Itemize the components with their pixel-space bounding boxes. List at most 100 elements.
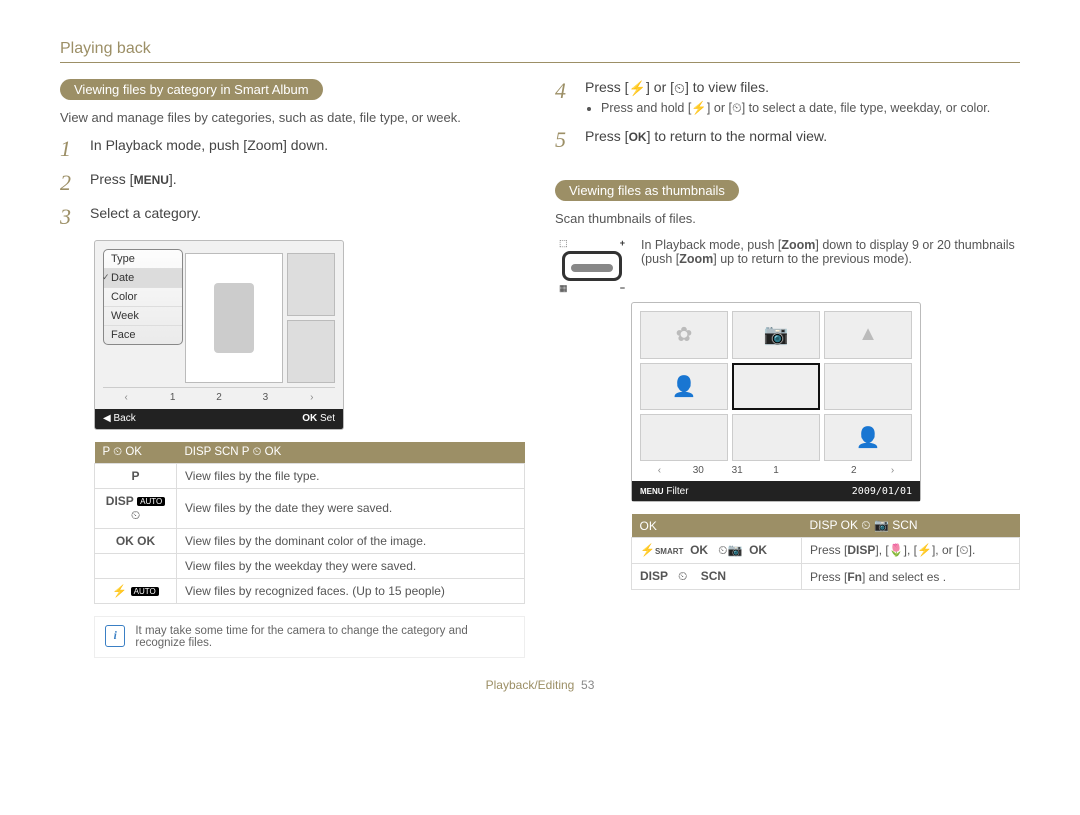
glyph-ok: OK OK <box>116 534 155 548</box>
s5-post: ] to return to the normal view. <box>647 128 828 144</box>
zt-b: Zoom <box>781 238 815 252</box>
zoom-text: In Playback mode, push [Zoom] down to di… <box>641 238 1020 294</box>
tpager-left-arrow-icon: ‹ <box>640 465 679 476</box>
tt-desc-1: Press [DISP], [🌷], [⚡], or [⏲]. <box>802 538 1020 564</box>
thumb-cell <box>640 414 728 461</box>
s4-mid: ] or [ <box>646 79 674 95</box>
chapter-heading: Playing back <box>60 40 1020 63</box>
glyph-disp: DISP <box>106 494 134 508</box>
tpager-right-arrow-icon: › <box>873 465 912 476</box>
timer-icon: ⏲ <box>678 569 687 583</box>
table-row: P View files by the file type. <box>95 463 525 488</box>
note-icon: i <box>105 625 125 647</box>
tt1-m3: ], or [ <box>932 543 959 557</box>
tt-th-left: OK <box>632 514 802 538</box>
step-1: In Playback mode, push [Zoom] down. <box>90 137 525 153</box>
menu-token: MENU <box>134 173 169 187</box>
step-5: Press [OK] to return to the normal view. <box>585 128 1020 144</box>
tfooter-menu-token: MENU <box>640 487 664 496</box>
tpager-2: 2 <box>834 465 873 476</box>
zt-e: ] up to return to the previous mode). <box>713 252 912 266</box>
tpager-30: 30 <box>679 465 718 476</box>
scn-token: SCN <box>701 569 726 583</box>
note-box: i It may take some time for the camera t… <box>94 616 525 658</box>
tt2-post: ] and select es . <box>862 570 946 584</box>
cat-th-left: P ⏲ OK <box>95 442 177 464</box>
cat-face: Face <box>104 326 182 344</box>
silhouette-icon <box>214 283 254 353</box>
pager-left-arrow-icon: ‹ <box>103 392 149 403</box>
disp-token: DISP <box>640 569 668 583</box>
footer-ok-token: OK <box>302 413 317 424</box>
tt1-pre: Press [ <box>810 543 847 557</box>
tt2-pre: Press [ <box>810 570 847 584</box>
cat-date: Date <box>104 269 182 288</box>
thumb-footer: MENU Filter 2009/01/01 <box>632 481 920 501</box>
zoom-lever-icon: ⬚ + ▦ − <box>555 238 629 294</box>
pager-2: 2 <box>196 392 242 403</box>
tfooter-filter: Filter <box>666 486 688 497</box>
thumbnail-table: OK DISP OK ⏲ 📷 SCN ⚡SMART OK ⏲📷 OK Press… <box>631 514 1020 590</box>
ok-token: OK <box>629 130 647 144</box>
pager-3: 3 <box>242 392 288 403</box>
intro-thumbnails: Scan thumbnails of files. <box>555 211 1020 226</box>
side-thumbs <box>287 253 335 383</box>
desc-date: View files by the date they were saved. <box>177 488 525 528</box>
step-number-5: 5 <box>555 128 577 152</box>
zoom-plus-icon: + <box>620 238 625 249</box>
step-3: Select a category. <box>90 205 525 221</box>
disp-token: DISP <box>847 543 875 557</box>
tpager-31: 31 <box>718 465 757 476</box>
big-thumb <box>185 253 283 383</box>
timer-icon: ⏲ <box>131 508 140 522</box>
thumb-cell: ✿ <box>640 311 728 358</box>
footer-back: Back <box>113 413 135 424</box>
footer-set: Set <box>320 413 335 424</box>
tt1-m1: ], [ <box>875 543 888 557</box>
thumb-cell: ▲ <box>824 311 912 358</box>
note-text: It may take some time for the camera to … <box>135 625 514 649</box>
cat-week: Week <box>104 307 182 326</box>
thumb-cell: 👤 <box>824 414 912 461</box>
ok-token: OK <box>690 543 708 557</box>
step-number-3: 3 <box>60 205 82 229</box>
table-row: DISP AUTO ⏲ View files by the date they … <box>95 488 525 528</box>
zoom-one-icon: ⬚ <box>559 238 568 249</box>
right-column: 4 Press [⚡] or [⏲] to view files. Press … <box>555 79 1020 658</box>
desc-week: View files by the weekday they were save… <box>177 553 525 578</box>
s4s-post: ] to select a date, file type, weekday, … <box>742 101 991 115</box>
step-4: Press [⚡] or [⏲] to view files. Press an… <box>585 79 1020 118</box>
zt-a: In Playback mode, push [ <box>641 238 781 252</box>
thumb-cell: 📷 <box>732 311 820 358</box>
table-row: View files by the weekday they were save… <box>95 553 525 578</box>
timer-icon: ⏲ <box>732 101 742 116</box>
step-4-sub: Press and hold [⚡] or [⏲] to select a da… <box>601 101 1020 116</box>
table-row: ⚡SMART OK ⏲📷 OK Press [DISP], [🌷], [⚡], … <box>632 538 1020 564</box>
footer-page-number: 53 <box>581 678 594 692</box>
flash-icon: ⚡ <box>112 584 127 598</box>
s5-pre: Press [ <box>585 128 629 144</box>
thumb-cell-selected <box>732 363 820 410</box>
zoom-grid-icon: ▦ <box>559 283 568 294</box>
category-screen-mock: Type Date Color Week Face ‹ 1 2 3 › ◀ Ba… <box>94 240 344 430</box>
thumb-cell <box>732 414 820 461</box>
intro-smart-album: View and manage files by categories, suc… <box>60 110 525 125</box>
smart-badge: SMART <box>655 547 683 556</box>
thumb-strip <box>185 253 335 383</box>
zoom-minus-icon: − <box>620 283 625 294</box>
footer-section: Playback/Editing <box>486 678 575 692</box>
tt-desc-2: Press [Fn] and select es . <box>802 564 1020 590</box>
pager-right-arrow-icon: › <box>289 392 335 403</box>
table-row: DISP ⏲ SCN Press [Fn] and select es . <box>632 564 1020 590</box>
cat-color: Color <box>104 288 182 307</box>
page-footer: Playback/Editing 53 <box>60 678 1020 692</box>
timer-icon: ⏲ <box>959 543 968 557</box>
thumb-cell: 👤 <box>640 363 728 410</box>
step-2-post: ]. <box>169 171 177 187</box>
desc-color: View files by the dominant color of the … <box>177 528 525 553</box>
category-table: P ⏲ OK DISP SCN P ⏲ OK P View files by t… <box>94 442 525 604</box>
tt-th-right: DISP OK ⏲ 📷 SCN <box>802 514 1020 538</box>
step-number-1: 1 <box>60 137 82 161</box>
flash-icon: ⚡ <box>629 80 646 97</box>
category-pager: ‹ 1 2 3 › <box>103 387 335 407</box>
